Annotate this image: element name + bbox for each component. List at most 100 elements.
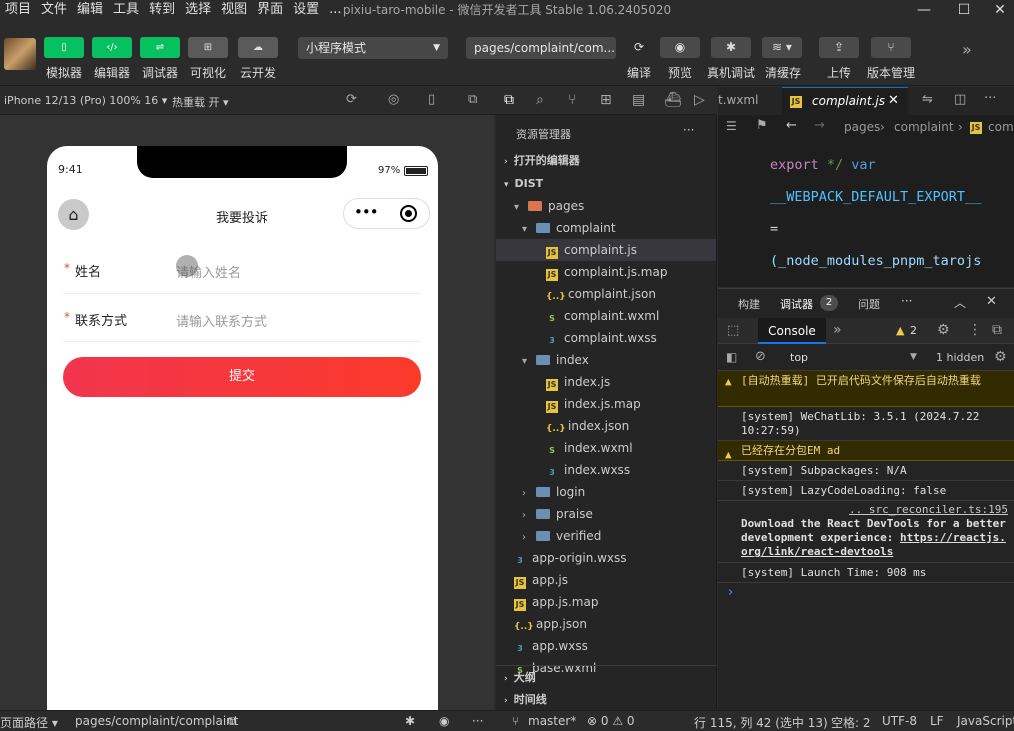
menu-interface[interactable]: 界面 [252,0,288,20]
console-prompt[interactable]: › [728,585,733,600]
tree-folder[interactable]: › login [496,481,716,503]
page-path-select[interactable]: 页面路径 ▾ [0,714,58,731]
menu-project[interactable]: 项目 [0,0,36,20]
version-button[interactable]: 版本管理 [867,64,915,81]
more-icon[interactable]: ··· [683,123,694,137]
close-window-icon[interactable]: ✕ [982,0,1014,20]
cursor-position[interactable]: 行 115, 列 42 (选中 13) [694,714,828,731]
breadcrumb-item[interactable]: pages [844,120,880,134]
remote-debug-button[interactable]: 真机调试 [707,64,755,81]
clear-console-icon[interactable]: ⊘ [755,349,766,364]
breadcrumb-item[interactable]: com [988,120,1014,134]
submit-button[interactable]: 提交 [63,357,421,397]
cloud-icon[interactable]: ☁ [238,37,278,58]
files-icon[interactable]: ⧉ [504,92,514,108]
home-icon[interactable]: ⌂ [58,199,89,230]
log-source-link[interactable]: .. src_reconciler.ts:195 [741,503,1008,517]
avatar[interactable] [4,38,36,70]
chevron-right-icon[interactable]: › [522,527,536,549]
debug-icon[interactable]: ⇌ [140,37,180,58]
chevron-up-icon[interactable]: ︿ [954,294,966,311]
split-editor-icon[interactable]: ◫ [954,92,966,107]
menu-select[interactable]: 选择 [180,0,216,20]
chevron-right-icon[interactable]: › [522,505,536,527]
copy-icon[interactable]: ⧉ [228,714,237,729]
gear-icon[interactable]: ⚙ [994,349,1007,365]
extensions-icon[interactable]: ⊞ [600,92,612,108]
hidden-count[interactable]: 1 hidden [936,351,984,364]
eye-icon[interactable]: ◉ [439,714,449,728]
menu-settings[interactable]: 设置 [288,0,324,20]
gear-icon[interactable]: ⚙ [937,322,950,338]
chevron-down-icon[interactable]: ▼ [910,352,917,362]
tree-folder[interactable]: › verified [496,525,716,547]
tree-folder[interactable]: ▾ index [496,349,716,371]
more-icon[interactable]: ··· [984,91,996,106]
branch-icon[interactable]: ⑂ [871,37,911,58]
tree-file[interactable]: {..} complaint.json [496,283,716,305]
timeline-section[interactable]: › 时间线 [496,689,716,711]
dist-section[interactable]: ▾ DIST [496,173,716,195]
bookmark-icon[interactable]: ⚑ [756,118,768,133]
forward-icon[interactable]: → [814,118,825,133]
cloud-dev-button[interactable]: 云开发 [240,64,276,81]
search-icon[interactable]: ⌕ [536,92,544,108]
bug-icon[interactable]: ✱ [711,37,751,58]
more-chevron-icon[interactable]: » [962,40,972,59]
docker-icon[interactable]: ⛴ [664,92,682,108]
more-dots-icon[interactable]: ••• [354,203,379,221]
list-icon[interactable]: ☰ [726,119,737,133]
compare-icon[interactable]: ⇋ [922,92,933,107]
more-tabs-icon[interactable]: » [833,322,842,338]
phone-icon[interactable]: ▯ [44,37,84,58]
tree-file[interactable]: Sindex.wxml [496,437,716,459]
git-icon[interactable]: ⑂ [568,92,576,108]
close-mini-program-icon[interactable] [400,205,417,222]
bug-icon[interactable]: ✱ [405,714,415,728]
problems-count[interactable]: ⊗ 0 ⚠ 0 [587,714,635,728]
tab-debugger[interactable]: 调试器 [780,296,813,312]
device-icon[interactable]: ▯ [428,92,435,107]
tab-complaint-js[interactable]: JS complaint.js ✕ [782,87,908,115]
chevron-down-icon[interactable]: ▾ [514,197,528,219]
reload-icon[interactable]: ⟳ [346,92,357,107]
dock-icon[interactable]: ⧉ [992,322,1002,338]
layout-icon[interactable]: ⊞ [188,37,228,58]
code-area[interactable]: export */ var __WEBPACK_DEFAULT_EXPORT__… [718,139,1014,287]
preview-button[interactable]: 预览 [668,64,692,81]
tree-folder[interactable]: › praise [496,503,716,525]
kebab-icon[interactable]: ⋮ [968,322,982,338]
tree-file[interactable]: 3 complaint.wxss [496,327,716,349]
editor-button[interactable]: 编辑器 [94,64,130,81]
tree-file[interactable]: Scomplaint.wxml [496,305,716,327]
tree-file[interactable]: JS complaint.js [496,239,716,261]
more-icon[interactable]: ··· [472,714,483,728]
outline-section[interactable]: › 大纲 [496,667,716,689]
warning-count[interactable]: 2 [910,324,917,337]
tree-file[interactable]: 3 app.wxss [496,635,716,657]
git-branch[interactable]: master* [528,714,576,728]
tree-file[interactable]: JS complaint.js.map [496,261,716,283]
close-panel-icon[interactable]: ✕ [986,294,997,309]
maximize-icon[interactable]: ☐ [946,0,982,20]
more-icon[interactable]: ··· [901,294,912,308]
language-mode[interactable]: JavaScript [957,714,1014,728]
visual-button[interactable]: 可视化 [190,64,226,81]
menu-edit[interactable]: 编辑 [72,0,108,20]
tab-console[interactable]: Console [758,318,826,344]
tree-file[interactable]: JS index.js.map [496,393,716,415]
tree-folder[interactable]: ▾ complaint [496,217,716,239]
context-select[interactable]: top [790,351,808,364]
debugger-button[interactable]: 调试器 [142,64,178,81]
tree-file[interactable]: 3 index.wxss [496,459,716,481]
back-icon[interactable]: ← [786,118,797,133]
encoding[interactable]: UTF-8 [882,714,917,728]
run-icon[interactable]: ▷ [694,92,705,108]
page-select[interactable]: pages/complaint/com... [466,37,616,59]
compile-button[interactable]: 编译 [627,64,651,81]
tree-file[interactable]: {..} app.json [496,613,716,635]
chevron-down-icon[interactable]: ▾ [522,351,536,373]
code-icon[interactable]: ‹/› [92,37,132,58]
tab-problems[interactable]: 问题 [858,296,880,312]
mode-select[interactable]: 小程序模式 ▼ [298,37,448,59]
